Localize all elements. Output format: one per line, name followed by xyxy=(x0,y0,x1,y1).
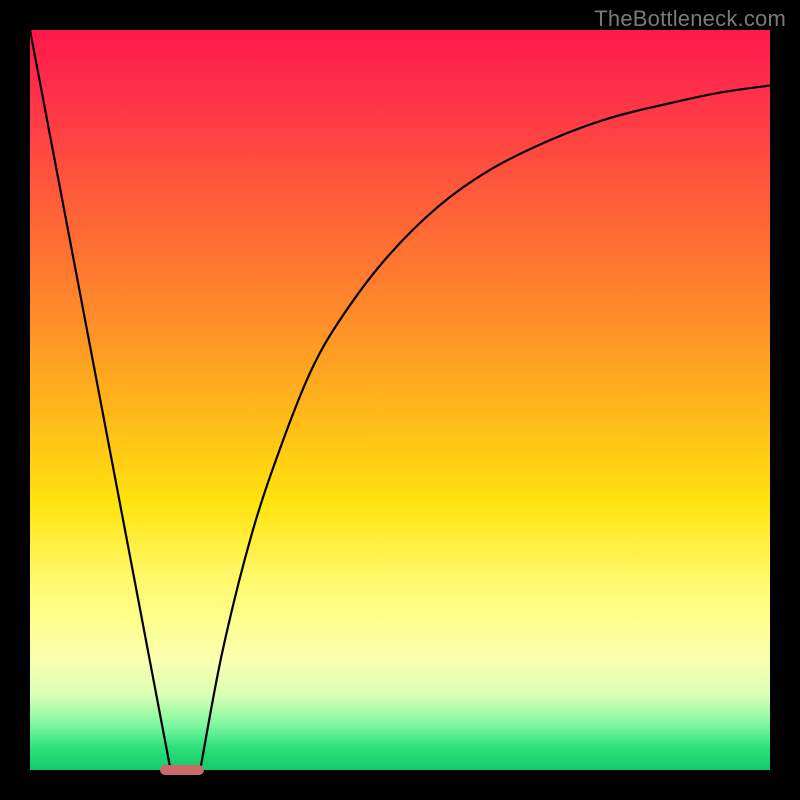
plot-area xyxy=(30,30,770,770)
watermark-text: TheBottleneck.com xyxy=(594,6,786,32)
left-branch-line xyxy=(30,30,171,770)
right-branch-line xyxy=(200,86,770,771)
chart-curves xyxy=(30,30,770,770)
chart-frame: TheBottleneck.com xyxy=(0,0,800,800)
bottleneck-marker xyxy=(160,765,204,775)
